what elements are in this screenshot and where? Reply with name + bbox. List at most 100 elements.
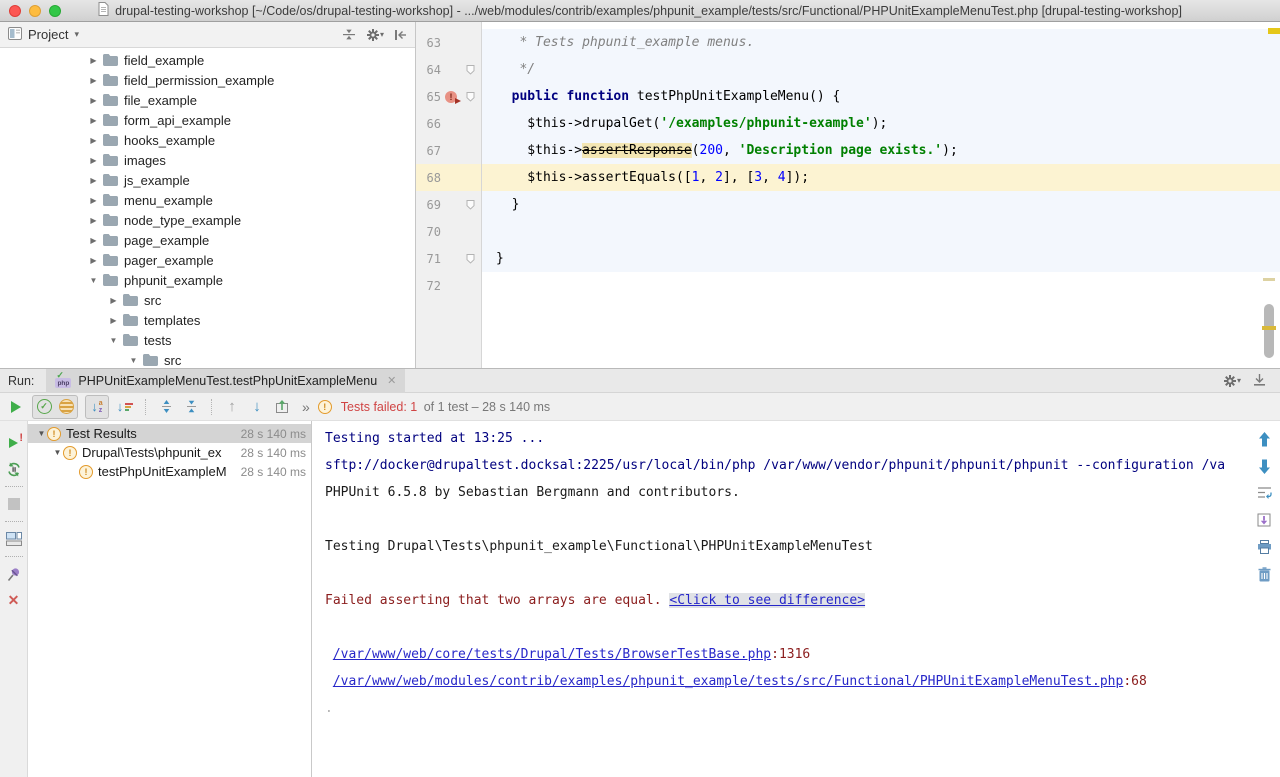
error-stripe-mark[interactable]: [1263, 278, 1275, 281]
project-tree-item-menu_example[interactable]: ▶menu_example: [0, 190, 415, 210]
rerun-failed-tests-button[interactable]: !: [0, 430, 27, 456]
console-link[interactable]: /var/www/web/modules/contrib/examples/ph…: [333, 674, 1124, 689]
tree-toggle-icon[interactable]: ▶: [108, 316, 119, 325]
code-line-72[interactable]: [482, 272, 1280, 299]
gutter-line-63[interactable]: 63: [416, 29, 481, 56]
tree-toggle-icon[interactable]: ▼: [52, 448, 63, 457]
expand-all-button[interactable]: [155, 396, 177, 418]
test-tree-item[interactable]: ▼Test Results28 s 140 ms: [28, 424, 311, 443]
tree-toggle-icon[interactable]: ▶: [88, 236, 99, 245]
project-tree-item-images[interactable]: ▶images: [0, 150, 415, 170]
project-tree-item-page_example[interactable]: ▶page_example: [0, 230, 415, 250]
close-panel-button[interactable]: ✕: [0, 587, 27, 613]
export-test-results-button[interactable]: [271, 396, 293, 418]
minimize-window-button[interactable]: [29, 5, 41, 17]
test-tree-item[interactable]: ▼Drupal\Tests\phpunit_ex28 s 140 ms: [28, 443, 311, 462]
zoom-window-button[interactable]: [49, 5, 61, 17]
error-stripe-mark[interactable]: [1268, 28, 1280, 34]
code-line-64[interactable]: */: [482, 56, 1280, 83]
fold-marker-icon[interactable]: [461, 92, 479, 102]
tree-toggle-icon[interactable]: ▶: [88, 96, 99, 105]
tree-toggle-icon[interactable]: ▼: [36, 429, 47, 438]
code-line-69[interactable]: }: [482, 191, 1280, 218]
tree-toggle-icon[interactable]: ▶: [88, 136, 99, 145]
show-ignored-toggle[interactable]: [55, 396, 77, 418]
close-window-button[interactable]: [9, 5, 21, 17]
console-link[interactable]: <Click to see difference>: [669, 593, 865, 608]
gutter-line-70[interactable]: 70: [416, 218, 481, 245]
gutter-line-72[interactable]: 72: [416, 272, 481, 299]
project-view-selector[interactable]: Project ▾: [8, 27, 79, 43]
gutter-line-64[interactable]: 64: [416, 56, 481, 83]
fold-marker-icon[interactable]: [461, 254, 479, 264]
project-tree-item-node_type_example[interactable]: ▶node_type_example: [0, 210, 415, 230]
tree-toggle-icon[interactable]: ▶: [88, 176, 99, 185]
project-tree-item-pager_example[interactable]: ▶pager_example: [0, 250, 415, 270]
project-tree-item-templates[interactable]: ▶templates: [0, 310, 415, 330]
project-tree-item-phpunit_example[interactable]: ▼phpunit_example: [0, 270, 415, 290]
gutter-line-69[interactable]: 69: [416, 191, 481, 218]
close-tab-icon[interactable]: ✕: [387, 374, 396, 387]
project-tree-item-file_example[interactable]: ▶file_example: [0, 90, 415, 110]
test-console[interactable]: Testing started at 13:25 ...sftp://docke…: [312, 421, 1280, 777]
project-tree-item-tests[interactable]: ▼tests: [0, 330, 415, 350]
gutter-line-66[interactable]: 66: [416, 110, 481, 137]
show-passed-toggle[interactable]: ✓: [33, 396, 55, 418]
tree-toggle-icon[interactable]: ▶: [88, 216, 99, 225]
editor-code-area[interactable]: * Tests phpunit_example menus. */ public…: [482, 22, 1280, 368]
code-line-70[interactable]: [482, 218, 1280, 245]
code-line-65[interactable]: public function testPhpUnitExampleMenu()…: [482, 83, 1280, 110]
tree-toggle-icon[interactable]: ▶: [88, 156, 99, 165]
tree-toggle-icon[interactable]: ▶: [88, 196, 99, 205]
test-failed-gutter-icon[interactable]: [445, 91, 457, 103]
stop-button[interactable]: [0, 491, 27, 517]
restore-layout-button[interactable]: [0, 526, 27, 552]
project-tree-item-src[interactable]: ▶src: [0, 290, 415, 310]
soft-wrap-button[interactable]: [1255, 484, 1273, 502]
gutter-line-65[interactable]: 65: [416, 83, 481, 110]
gear-icon[interactable]: ▾: [366, 28, 384, 42]
project-tree-item-form_api_example[interactable]: ▶form_api_example: [0, 110, 415, 130]
more-actions-icon[interactable]: »: [302, 399, 309, 415]
editor-scrollbar[interactable]: [1264, 304, 1274, 358]
gear-icon[interactable]: ▾: [1223, 374, 1241, 388]
code-line-66[interactable]: $this->drupalGet('/examples/phpunit-exam…: [482, 110, 1280, 137]
toggle-auto-test-button[interactable]: [0, 456, 27, 482]
sort-by-duration-toggle[interactable]: ↓: [114, 396, 136, 418]
code-line-67[interactable]: $this->assertResponse(200, 'Description …: [482, 137, 1280, 164]
code-line-71[interactable]: }: [482, 245, 1280, 272]
code-editor[interactable]: 63646566676869707172 * Tests phpunit_exa…: [416, 22, 1280, 368]
up-the-stack-trace-button[interactable]: [1255, 430, 1273, 448]
error-stripe-mark[interactable]: [1262, 326, 1276, 330]
down-the-stack-trace-button[interactable]: [1255, 457, 1273, 475]
tree-toggle-icon[interactable]: ▼: [88, 276, 99, 285]
tree-toggle-icon[interactable]: ▶: [88, 76, 99, 85]
hide-panel-icon[interactable]: [394, 29, 407, 41]
tree-toggle-icon[interactable]: ▶: [108, 296, 119, 305]
next-occurrence-button[interactable]: ↓: [246, 396, 268, 418]
collapse-all-button[interactable]: [180, 396, 202, 418]
tree-toggle-icon[interactable]: ▶: [88, 56, 99, 65]
tree-toggle-icon[interactable]: ▶: [88, 116, 99, 125]
tree-toggle-icon[interactable]: ▼: [108, 336, 119, 345]
project-tree-item-hooks_example[interactable]: ▶hooks_example: [0, 130, 415, 150]
pin-tab-button[interactable]: [0, 561, 27, 587]
gutter-line-68[interactable]: 68: [416, 164, 481, 191]
gutter-line-71[interactable]: 71: [416, 245, 481, 272]
project-tree-item-js_example[interactable]: ▶js_example: [0, 170, 415, 190]
tree-toggle-icon[interactable]: ▼: [128, 356, 139, 365]
print-button[interactable]: [1255, 538, 1273, 556]
fold-marker-icon[interactable]: [461, 65, 479, 75]
hide-panel-down-icon[interactable]: [1253, 373, 1266, 389]
rerun-button[interactable]: [5, 396, 27, 418]
console-link[interactable]: /var/www/web/core/tests/Drupal/Tests/Bro…: [333, 647, 771, 662]
project-tree-item-field_permission_example[interactable]: ▶field_permission_example: [0, 70, 415, 90]
test-tree-item[interactable]: testPhpUnitExampleM28 s 140 ms: [28, 462, 311, 481]
project-tree-item-src[interactable]: ▼src: [0, 350, 415, 368]
tree-toggle-icon[interactable]: ▶: [88, 256, 99, 265]
collapse-all-icon[interactable]: [342, 28, 356, 41]
previous-occurrence-button[interactable]: ↑: [221, 396, 243, 418]
code-line-68[interactable]: $this->assertEquals([1, 2], [3, 4]);: [482, 164, 1280, 191]
run-configuration-tab[interactable]: php ✓ PHPUnitExampleMenuTest.testPhpUnit…: [46, 369, 405, 393]
gutter-line-67[interactable]: 67: [416, 137, 481, 164]
